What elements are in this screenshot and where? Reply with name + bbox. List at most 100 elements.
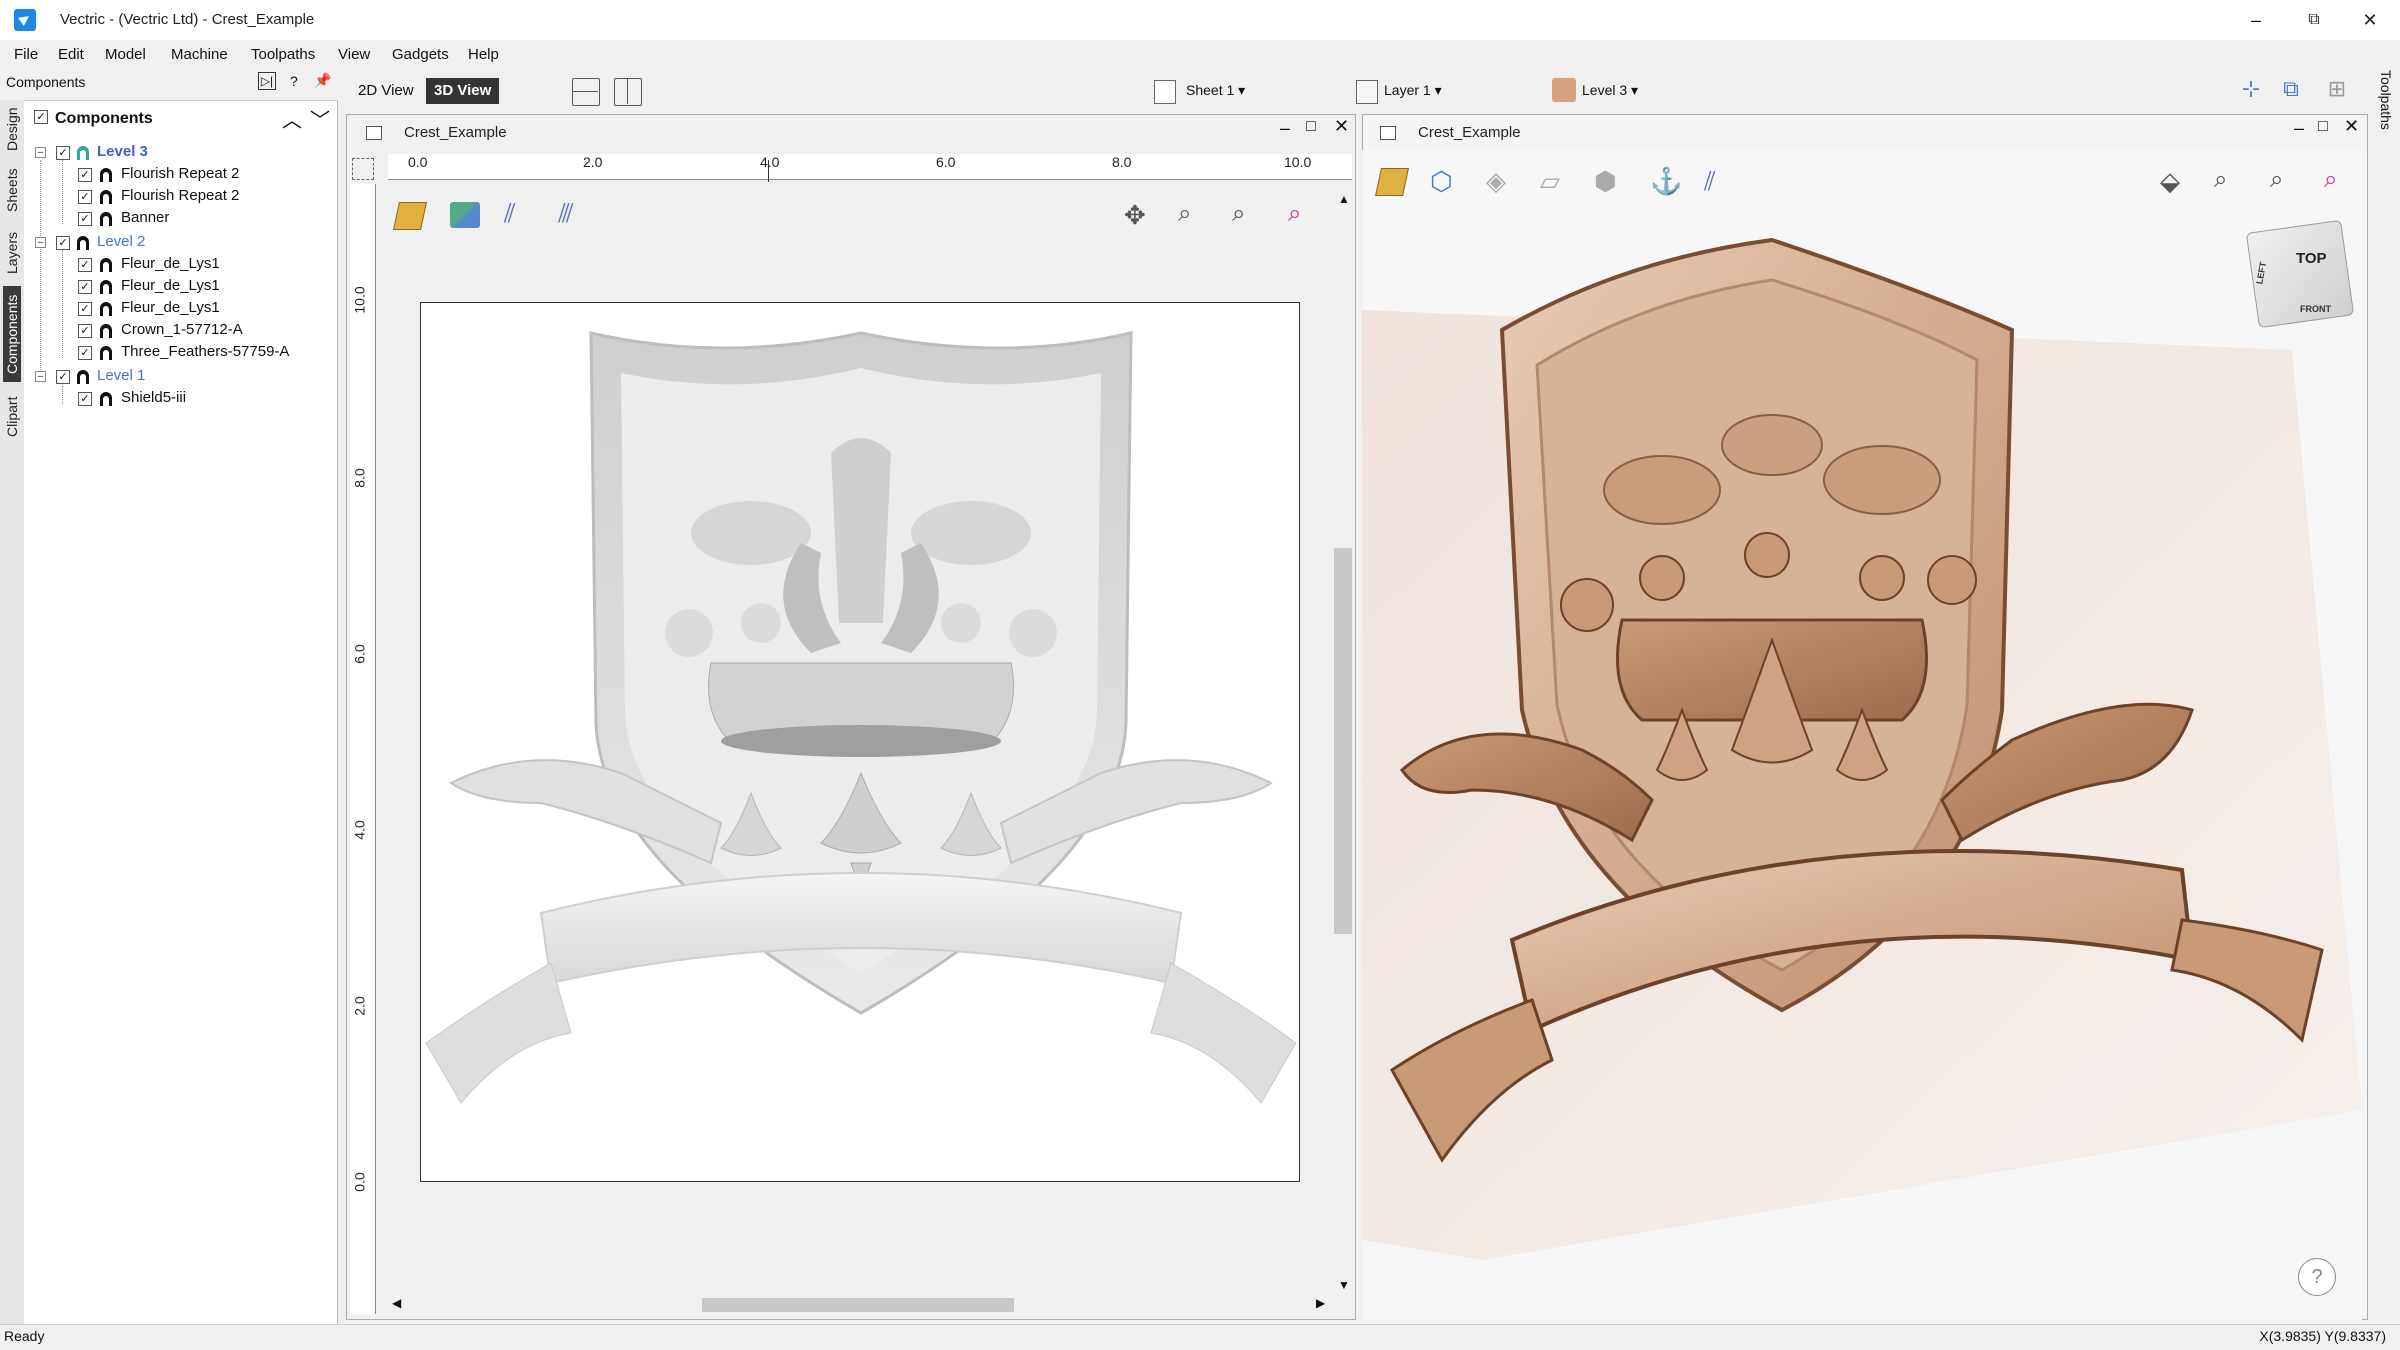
panel-pin-icon[interactable]: 📌 xyxy=(314,72,331,89)
side-tab-components[interactable]: Components xyxy=(3,286,21,382)
tree-item[interactable]: Fleur_de_Lys1 xyxy=(121,277,220,294)
item-checkbox[interactable]: ✓ xyxy=(78,280,92,294)
scroll-left-icon[interactable]: ◀ xyxy=(392,1296,401,1310)
toolpath-lines-icon[interactable]: ⫽ xyxy=(504,198,516,230)
split-vertical-icon[interactable] xyxy=(614,78,642,106)
vertical-scrollbar-thumb[interactable] xyxy=(1334,548,1352,934)
tree-expander-level2[interactable]: – xyxy=(35,237,46,248)
drawing-canvas[interactable] xyxy=(420,302,1300,1182)
scroll-down-icon[interactable]: ▼ xyxy=(1338,1278,1350,1292)
view-3d-canvas[interactable] xyxy=(1362,150,2362,1320)
help-button[interactable]: ? xyxy=(2298,1258,2336,1296)
transform-icon[interactable]: ⧉ xyxy=(2276,76,2306,106)
view2d-close-button[interactable]: ✕ xyxy=(1334,116,1349,137)
tree-item[interactable]: Flourish Repeat 2 xyxy=(121,187,239,204)
view2d-doc-title: Crest_Example xyxy=(404,124,507,141)
view3d-maximize-button[interactable]: □ xyxy=(2318,118,2328,136)
toolpath-lines-icon[interactable]: ⫽ xyxy=(1704,166,1716,198)
tree-item[interactable]: Flourish Repeat 2 xyxy=(121,165,239,182)
menu-edit[interactable]: Edit xyxy=(58,46,84,63)
menu-help[interactable]: Help xyxy=(468,46,499,63)
crown-ball-3d xyxy=(1927,555,1977,605)
iso-view-icon[interactable]: ⬙ xyxy=(2160,166,2180,197)
view-3d-button[interactable]: 3D View xyxy=(426,78,500,104)
restore-button[interactable]: ⧉ xyxy=(2286,0,2342,40)
tree-item[interactable]: Fleur_de_Lys1 xyxy=(121,255,220,272)
view-2d-button[interactable]: 2D View xyxy=(350,78,422,104)
tree-item[interactable]: Banner xyxy=(121,209,169,226)
tree-level2[interactable]: Level 2 xyxy=(97,233,145,250)
level-dropdown[interactable]: Level 3 ▾ xyxy=(1582,82,1638,99)
sheet-dropdown[interactable]: Sheet 1 ▾ xyxy=(1186,82,1245,99)
material-icon[interactable] xyxy=(393,202,427,230)
menu-view[interactable]: View xyxy=(338,46,370,63)
shaded-preview-icon[interactable] xyxy=(450,202,480,228)
menu-file[interactable]: File xyxy=(14,46,38,63)
toolpaths-side-tab[interactable]: Toolpaths xyxy=(2364,70,2394,150)
cursor-coordinates: X(3.9835) Y(9.8337) xyxy=(2259,1328,2386,1344)
show-background-icon[interactable]: ▱ xyxy=(1540,166,1560,197)
item-checkbox[interactable]: ✓ xyxy=(78,258,92,272)
view3d-doc-title: Crest_Example xyxy=(1418,124,1521,141)
snap-icon[interactable]: ⊹ xyxy=(2236,76,2266,106)
side-tab-clipart[interactable]: Clipart xyxy=(3,390,21,444)
side-tab-layers[interactable]: Layers xyxy=(3,226,21,280)
show-vectors-icon[interactable]: ⬡ xyxy=(1430,166,1453,197)
close-button[interactable]: ✕ xyxy=(2342,0,2398,40)
level1-checkbox[interactable]: ✓ xyxy=(56,370,70,384)
tree-item[interactable]: Crown_1-57712-A xyxy=(121,321,243,338)
zoom-out-icon[interactable]: ⌕ xyxy=(1232,200,1245,228)
side-tab-sheets[interactable]: Sheets xyxy=(3,162,21,218)
level3-checkbox[interactable]: ✓ xyxy=(56,146,70,160)
menu-model[interactable]: Model xyxy=(105,46,146,63)
scroll-right-icon[interactable]: ▶ xyxy=(1316,1296,1325,1310)
horizontal-scrollbar-thumb[interactable] xyxy=(702,1298,1014,1312)
show-toolpath-icon[interactable]: ⚓ xyxy=(1650,166,1682,197)
item-checkbox[interactable]: ✓ xyxy=(78,346,92,360)
collapse-all-icon[interactable]: ︿ xyxy=(282,104,302,133)
tree-level3[interactable]: Level 3 xyxy=(97,143,148,160)
zoom-fit-icon[interactable]: ⌕ xyxy=(1288,200,1301,228)
view2d-minimize-button[interactable]: – xyxy=(1280,118,1290,139)
root-checkbox[interactable]: ✓ xyxy=(34,110,48,124)
component-icon xyxy=(100,258,112,272)
zoom-fit-3d-icon[interactable]: ⌕ xyxy=(2324,166,2337,194)
expand-all-icon[interactable]: ﹀ xyxy=(310,104,330,133)
item-checkbox[interactable]: ✓ xyxy=(78,212,92,226)
tree-item[interactable]: Fleur_de_Lys1 xyxy=(121,299,220,316)
zoom-out-3d-icon[interactable]: ⌕ xyxy=(2270,166,2283,194)
toolpath-crosshatch-icon[interactable]: ⫻ xyxy=(558,198,574,230)
item-checkbox[interactable]: ✓ xyxy=(78,324,92,338)
pan-icon[interactable]: ✥ xyxy=(1124,200,1146,231)
panel-autohide-icon[interactable]: ▷| xyxy=(258,72,276,90)
item-checkbox[interactable]: ✓ xyxy=(78,392,92,406)
tree-item[interactable]: Three_Feathers-57759-A xyxy=(121,343,289,360)
tree-item[interactable]: Shield5-iii xyxy=(121,389,186,406)
menu-gadgets[interactable]: Gadgets xyxy=(392,46,449,63)
item-checkbox[interactable]: ✓ xyxy=(78,302,92,316)
zoom-box-icon[interactable]: ⌕ xyxy=(1178,200,1191,228)
view3d-minimize-button[interactable]: – xyxy=(2294,118,2304,139)
item-checkbox[interactable]: ✓ xyxy=(78,190,92,204)
item-checkbox[interactable]: ✓ xyxy=(78,168,92,182)
panel-help-button[interactable]: ? xyxy=(290,73,298,89)
material-icon[interactable] xyxy=(1375,168,1409,196)
tree-expander-level1[interactable]: – xyxy=(35,371,46,382)
minimize-button[interactable]: – xyxy=(2228,0,2284,40)
split-horizontal-icon[interactable] xyxy=(572,78,600,106)
level2-checkbox[interactable]: ✓ xyxy=(56,236,70,250)
ruler-origin-icon[interactable] xyxy=(352,158,374,180)
menu-toolpaths[interactable]: Toolpaths xyxy=(251,46,315,63)
grid-icon[interactable]: ⊞ xyxy=(2322,76,2352,106)
tree-level1[interactable]: Level 1 xyxy=(97,367,145,384)
tree-expander-level3[interactable]: – xyxy=(35,147,46,158)
layer-dropdown[interactable]: Layer 1 ▾ xyxy=(1384,82,1442,99)
view2d-maximize-button[interactable]: □ xyxy=(1306,118,1316,136)
view3d-close-button[interactable]: ✕ xyxy=(2344,116,2359,137)
show-block-icon[interactable]: ⬢ xyxy=(1594,166,1617,197)
zoom-box-3d-icon[interactable]: ⌕ xyxy=(2214,166,2227,194)
scroll-up-icon[interactable]: ▲ xyxy=(1338,192,1350,206)
show-model-icon[interactable]: ◈ xyxy=(1486,166,1506,197)
side-tab-design[interactable]: Design xyxy=(3,104,21,154)
menu-machine[interactable]: Machine xyxy=(171,46,228,63)
